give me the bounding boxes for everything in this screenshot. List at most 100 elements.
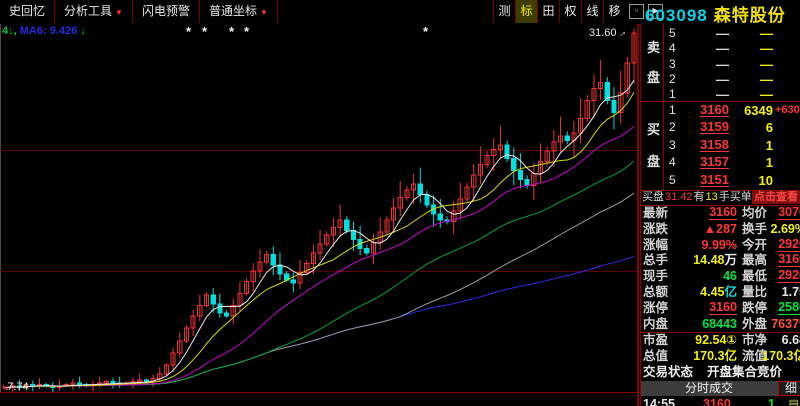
ma-indicator-value: MA6: 9.426 <box>20 25 77 37</box>
stat-label: 跌停 <box>742 301 767 317</box>
stock-code: 603098 <box>645 6 708 25</box>
event-star-icon: * <box>244 25 249 38</box>
menu-coordinate-mode[interactable]: 普通坐标▼ <box>200 0 278 23</box>
sell-volume: — <box>760 87 773 102</box>
window-minimize-button[interactable]: ▫ <box>629 4 644 19</box>
stat-label: 最新 <box>643 206 668 222</box>
tab-detail[interactable]: 细 <box>778 381 800 396</box>
sell-volume: — <box>760 41 773 56</box>
stat-label: 均价 <box>742 206 767 222</box>
buy-row[interactable]: 231596 <box>641 120 800 135</box>
stat-value: 3070 <box>778 206 800 220</box>
menu-flash-alert-label: 闪电预警 <box>142 4 190 18</box>
view-details-button[interactable]: 点击查看 <box>752 191 800 204</box>
buy-row[interactable]: 131606349+6303 <box>641 103 800 118</box>
sell-level: 1 <box>669 87 676 102</box>
buy-level: 2 <box>669 120 676 135</box>
toolbar-menu-group: 史回忆分析工具▼闪电预警普通坐标▼ <box>0 0 278 17</box>
sell-level: 5 <box>669 26 676 41</box>
sell-volume: — <box>760 57 773 72</box>
high-price-label: 31.60→ <box>589 27 627 39</box>
stock-name: 森特股份 <box>714 6 786 25</box>
order-book-divider <box>663 24 664 190</box>
sell-row[interactable]: 2—— <box>641 72 800 87</box>
stat-value-suffix: 亿 <box>724 285 737 299</box>
quote-panel: 卖盘买盘5——4——3——2——1——131606349+63032315963… <box>640 24 800 406</box>
buy-row[interactable]: 5315110 <box>641 173 800 188</box>
sell-row[interactable]: 4—— <box>641 41 800 56</box>
quote-stats: 最新3160均价3070涨跌▲287换手2.69%涨幅9.99%今开2920总手… <box>641 206 800 365</box>
stat-value: 3160 <box>709 206 737 220</box>
buy-price: 3158 <box>700 138 729 152</box>
stat-value: 46 <box>723 269 737 285</box>
stat-value: ▲287 <box>704 222 737 238</box>
buy-level: 1 <box>669 103 676 118</box>
buy-level: 3 <box>669 138 676 153</box>
stat-label: 总手 <box>643 253 668 269</box>
low-price-value: 7.74 <box>7 381 28 393</box>
sell-row[interactable]: 1 — — <box>641 87 800 102</box>
sell-volume: — <box>760 26 773 41</box>
notice-prefix: 买盘 <box>642 191 664 203</box>
stat-value: 1.75 <box>782 285 800 301</box>
buy-row[interactable]: 431571 <box>641 155 800 170</box>
dropdown-arrow-icon[interactable]: ▼ <box>115 8 123 17</box>
buy-extra-volume: +6303 <box>775 103 800 118</box>
tool-grid[interactable]: 田 <box>537 0 559 23</box>
down-arrow-icon: ↓ <box>80 25 86 37</box>
trading-status-row: 交易状态 开盘集合竞价 <box>641 364 800 380</box>
tool-line[interactable]: 线 <box>581 0 603 23</box>
bottom-tab-bar: 分时成交 细 <box>641 381 800 396</box>
sell-row[interactable]: 5 — — <box>641 26 800 41</box>
stat-row: 总值170.3亿流值170.3亿 <box>641 349 800 365</box>
stat-label: 外盘 <box>742 317 767 333</box>
notice-mid: 有 <box>694 191 705 203</box>
tool-move[interactable]: 移 <box>603 0 625 23</box>
ma-indicator-readout: 4↓, MA6: 9.426 ↓ <box>2 25 86 37</box>
candlestick-chart-pane[interactable]: 4↓, MA6: 9.426 ↓ ***** 31.60→ +7.74 <box>0 24 639 406</box>
tool-rights[interactable]: 权 <box>559 0 581 23</box>
event-star-icon: * <box>423 25 428 38</box>
tool-measure[interactable]: 测 <box>493 0 515 23</box>
dropdown-arrow-icon[interactable]: ▼ <box>260 8 268 17</box>
stat-value: 92.54① <box>695 333 737 349</box>
sell-buy-divider <box>641 101 800 102</box>
notice-price: 31.42 <box>665 191 693 203</box>
menu-history-recall-label: 史回忆 <box>9 4 45 18</box>
stat-label: 现手 <box>643 269 668 285</box>
stat-label: 换手 <box>742 222 767 238</box>
buy-row[interactable]: 331581 <box>641 138 800 153</box>
menu-history-recall[interactable]: 史回忆 <box>0 0 55 23</box>
low-price-label: +7.74 <box>1 381 29 393</box>
stat-label: 市盈 <box>643 333 668 349</box>
stat-label: 市净 <box>742 333 767 349</box>
tab-tick-trades[interactable]: 分时成交 <box>641 381 777 396</box>
tool-mark[interactable]: 标 <box>515 0 537 23</box>
event-star-icon: * <box>202 25 207 38</box>
menu-analysis-tools[interactable]: 分析工具▼ <box>55 0 133 23</box>
ma-indicator-prefix: 4↓, <box>2 25 17 37</box>
event-star-icon: * <box>186 25 191 38</box>
notice-suffix: 手买单! <box>719 191 755 203</box>
trade-volume: 1 <box>768 397 775 406</box>
trading-status-label: 交易状态 <box>643 364 693 380</box>
sell-price: — <box>716 26 729 41</box>
stat-value: 170.3亿 <box>693 349 737 365</box>
sell-level: 2 <box>669 72 676 87</box>
menu-flash-alert[interactable]: 闪电预警 <box>133 0 200 23</box>
stat-label: 涨停 <box>643 301 668 317</box>
stat-value: 2920 <box>778 269 800 283</box>
stat-row: 最新 3160 均价 3070 <box>641 206 800 222</box>
candlestick-chart-canvas[interactable] <box>0 24 639 406</box>
trading-status-value: 开盘集合竞价 <box>707 364 782 380</box>
buy-volume: 1 <box>766 155 773 170</box>
stat-label: 最低 <box>742 269 767 285</box>
buy-price: 3160 <box>700 103 729 117</box>
sell-price: — <box>716 72 729 87</box>
sell-price: — <box>716 87 729 102</box>
stat-row: 涨幅9.99%今开2920 <box>641 238 800 254</box>
sell-row[interactable]: 3—— <box>641 57 800 72</box>
menu-analysis-tools-label: 分析工具 <box>64 4 112 18</box>
buy-price: 3151 <box>700 173 729 187</box>
stat-value: 76379 <box>771 317 800 333</box>
